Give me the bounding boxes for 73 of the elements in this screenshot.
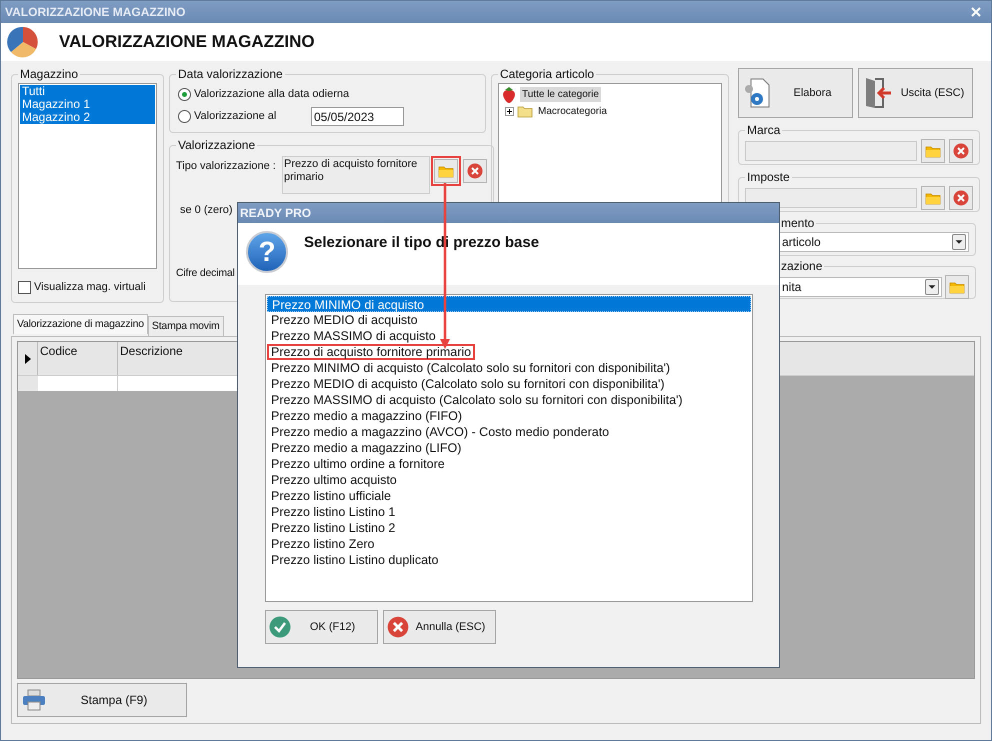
- group-label: Marca: [746, 122, 782, 139]
- list-item[interactable]: Prezzo listino Listino 2: [267, 520, 400, 536]
- row-pointer-icon: [24, 354, 30, 364]
- clear-button[interactable]: [463, 159, 487, 183]
- tab[interactable]: Valorizzazione di magazzino: [13, 314, 148, 334]
- radio-label: Valorizzazione alla data odierna: [194, 86, 350, 102]
- pie-chart-icon: [7, 26, 39, 58]
- radio-label: Valorizzazione al: [194, 108, 278, 124]
- list-item[interactable]: Prezzo listino Zero: [267, 536, 379, 552]
- group-label: mento: [780, 215, 816, 232]
- expand-icon[interactable]: [505, 107, 514, 116]
- question-icon: ?: [246, 231, 288, 273]
- group-label: Categoria articolo: [499, 66, 596, 83]
- list-item[interactable]: Prezzo medio a magazzino (AVCO) - Costo medio ponderato: [267, 424, 614, 440]
- dialog-title: READY PRO: [240, 205, 312, 222]
- checkbox-label: Visualizza mag. virtuali: [34, 280, 146, 295]
- group-label: Valorizzazione: [177, 137, 256, 154]
- window-title: VALORIZZAZIONE MAGAZZINO: [5, 4, 186, 21]
- text-field[interactable]: [745, 141, 917, 161]
- folder-icon: [925, 192, 941, 204]
- folder-icon: [517, 105, 533, 118]
- group-label: Magazzino: [19, 66, 80, 83]
- print-button[interactable]: Stampa (F9): [17, 683, 187, 717]
- tab[interactable]: Stampa movim: [148, 316, 224, 336]
- field-label: se 0 (zero): [180, 203, 233, 218]
- cancel-icon: [467, 163, 483, 179]
- list-item[interactable]: Prezzo listino Listino 1: [267, 504, 400, 520]
- cancel-icon: [953, 190, 969, 206]
- list-item[interactable]: Prezzo medio a magazzino (LIFO): [267, 440, 466, 456]
- list-item[interactable]: Prezzo MASSIMO di acquisto (Calcolato solo su fornitori con disponibilita'): [267, 392, 687, 408]
- strawberry-icon: [501, 86, 517, 104]
- field-label: Cifre decimal: [176, 266, 235, 280]
- folder-icon: [438, 164, 454, 178]
- list-item[interactable]: Prezzo medio a magazzino (FIFO): [267, 408, 466, 424]
- tree-item[interactable]: Tutte le categorie: [520, 87, 601, 102]
- checkbox[interactable]: [18, 280, 31, 294]
- group-label: zazione: [780, 258, 824, 275]
- page-title: VALORIZZAZIONE MAGAZZINO: [59, 31, 315, 54]
- date-field[interactable]: 05/05/2023: [311, 106, 404, 126]
- folder-icon: [925, 144, 941, 158]
- printer-icon: [22, 689, 46, 711]
- group-label: Imposte: [746, 169, 791, 186]
- list-item[interactable]: Prezzo MEDIO di acquisto: [267, 312, 422, 328]
- list-item[interactable]: Tutti: [20, 85, 155, 98]
- text-field[interactable]: [745, 188, 917, 208]
- list-item[interactable]: Prezzo ultimo acquisto: [267, 472, 401, 488]
- dialog-button[interactable]: Annulla (ESC): [383, 610, 496, 644]
- list-item[interactable]: Prezzo MASSIMO di acquisto: [267, 328, 440, 344]
- action-button[interactable]: Elabora: [738, 68, 853, 118]
- list-item[interactable]: Prezzo MEDIO di acquisto (Calcolato solo su fornitori con disponibilita'): [267, 376, 669, 392]
- tree-item[interactable]: Macrocategoria: [536, 104, 609, 119]
- field-label: Tipo valorizzazione :: [176, 159, 277, 174]
- clear-button[interactable]: [949, 139, 973, 163]
- folder-icon: [949, 280, 965, 294]
- group-label: Data valorizzazione: [177, 66, 284, 83]
- column-header[interactable]: Codice: [38, 342, 118, 375]
- action-button[interactable]: Uscita (ESC): [858, 68, 973, 118]
- radio-button[interactable]: [178, 88, 191, 100]
- list-item[interactable]: Magazzino 2: [20, 111, 155, 124]
- radio-button[interactable]: [178, 110, 191, 122]
- list-item[interactable]: Prezzo listino Listino duplicato: [267, 552, 442, 568]
- list-item[interactable]: Prezzo di acquisto fornitore primario: [267, 344, 476, 360]
- cancel-icon: [953, 143, 969, 159]
- dialog-button[interactable]: OK (F12): [265, 610, 378, 644]
- close-icon[interactable]: [971, 7, 981, 17]
- valuation-type-field: Prezzo di acquisto fornitore primario: [282, 156, 430, 194]
- cancel-icon: [387, 616, 409, 638]
- list-item[interactable]: Prezzo listino ufficiale: [267, 488, 395, 504]
- check-icon: [269, 616, 291, 638]
- list-item[interactable]: Magazzino 1: [20, 98, 155, 111]
- clear-button[interactable]: [949, 186, 973, 210]
- list-item[interactable]: Prezzo ultimo ordine a fornitore: [267, 456, 449, 472]
- exit-door-icon: [863, 76, 893, 110]
